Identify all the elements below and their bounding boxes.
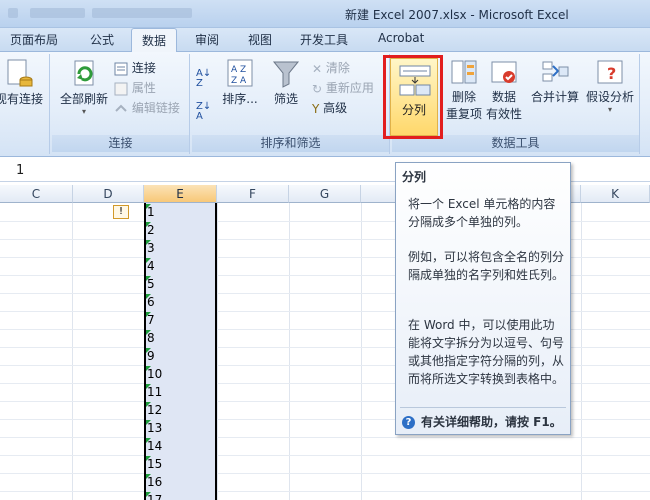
app-icon [8, 8, 18, 18]
number-stored-as-text-indicator [146, 474, 151, 479]
edit-links-button[interactable]: 编辑链接 [114, 99, 180, 117]
data-validation-icon [491, 61, 517, 83]
what-if-analysis-icon: ? [597, 60, 623, 84]
clear-filter-icon: ✕ [312, 61, 323, 76]
connections-icon [114, 62, 128, 75]
outline-group [642, 54, 650, 154]
clear-button[interactable]: ✕ 清除 [312, 59, 350, 77]
refresh-all-button[interactable]: 全部刷新 ▾ [56, 58, 112, 116]
tooltip-word-note: 在 Word 中，可以使用此功能将文字拆分为以逗号、句号或其他指定字符分隔的列，… [408, 318, 565, 386]
tooltip: 分列 将一个 Excel 单元格的内容分隔成多个单独的列。 例如，可以将包含全名… [395, 162, 571, 435]
number-stored-as-text-indicator [146, 222, 151, 227]
number-stored-as-text-indicator [146, 456, 151, 461]
svg-text:A Z: A Z [231, 65, 246, 75]
gridline [0, 491, 650, 492]
tooltip-example: 例如，可以将包含全名的列分隔成单独的名字列和姓氏列。 [408, 250, 565, 282]
tooltip-description: 将一个 Excel 单元格的内容分隔成多个单独的列。 [408, 197, 556, 229]
tooltip-title: 分列 [402, 170, 427, 184]
tab-developer[interactable]: 开发工具 [300, 31, 348, 48]
ribbon: 现有连接 全部刷新 ▾ 连接 属性 编辑链接 连接 A↓ Z Z↓ A A Z … [0, 52, 650, 157]
filter-button[interactable]: 筛选 [268, 58, 304, 107]
reapply-icon: ↻ [312, 81, 323, 96]
sort-filter-group: A↓ Z Z↓ A A Z Z A 排序... 筛选 ✕ 清除 ↻ 重新应用 Y… [192, 54, 390, 154]
number-stored-as-text-indicator [146, 492, 151, 497]
formula-bar-value: 1 [16, 163, 25, 178]
number-stored-as-text-indicator [146, 384, 151, 389]
number-stored-as-text-indicator [146, 420, 151, 425]
tab-view[interactable]: 视图 [248, 31, 272, 48]
number-stored-as-text-indicator [146, 312, 151, 317]
number-stored-as-text-indicator [146, 366, 151, 371]
column-header-d[interactable]: D [73, 185, 144, 203]
window-title: 新建 Excel 2007.xlsx - Microsoft Excel [345, 8, 569, 22]
tab-data[interactable]: 数据 [131, 28, 178, 53]
number-stored-as-text-indicator [146, 438, 151, 443]
number-stored-as-text-indicator [146, 240, 151, 245]
tooltip-divider [400, 407, 566, 408]
properties-icon [114, 82, 128, 95]
help-icon: ? [402, 416, 415, 429]
tab-acrobat[interactable]: Acrobat [378, 31, 424, 45]
column-header-g[interactable]: G [289, 185, 361, 203]
number-stored-as-text-indicator [146, 276, 151, 281]
background-window-title [92, 8, 192, 18]
sort-icon: A Z Z A [227, 59, 253, 87]
ribbon-tabs: 页面布局 公式 数据 审阅 视图 开发工具 Acrobat [0, 28, 650, 53]
gridline [0, 473, 650, 474]
number-stored-as-text-indicator [146, 294, 151, 299]
tab-page-layout[interactable]: 页面布局 [10, 31, 58, 48]
column-header-e[interactable]: E [144, 185, 217, 203]
number-stored-as-text-indicator [146, 204, 151, 209]
dropdown-arrow-icon: ▾ [81, 107, 86, 116]
svg-text:?: ? [607, 64, 616, 83]
data-validation-button[interactable]: 数据 有效性 [480, 58, 528, 122]
number-stored-as-text-indicator [146, 258, 151, 263]
sort-descending-button[interactable]: Z↓ A [196, 101, 212, 122]
column-header-k[interactable]: K [581, 185, 650, 203]
consolidate-button[interactable]: 合并计算 [528, 58, 582, 105]
refresh-icon [74, 60, 94, 86]
connections-button[interactable]: 连接 [114, 59, 156, 77]
filter-funnel-icon [272, 61, 300, 88]
tooltip-help: ? 有关详细帮助，请按 F1。 [402, 413, 562, 430]
properties-button[interactable]: 属性 [114, 79, 156, 97]
edit-links-icon [115, 104, 127, 112]
sort-filter-group-label: 排序和筛选 [192, 135, 389, 152]
connections-group-label: 连接 [52, 135, 189, 152]
reapply-button[interactable]: ↻ 重新应用 [312, 79, 374, 97]
error-warning-icon[interactable]: ! [113, 205, 129, 219]
tab-formulas[interactable]: 公式 [90, 31, 114, 48]
sort-az-icon: A↓ Z [196, 68, 212, 89]
existing-connections-button[interactable]: 现有连接 [0, 58, 48, 107]
advanced-filter-icon: Y [312, 101, 320, 116]
number-stored-as-text-indicator [146, 402, 151, 407]
advanced-button[interactable]: Y 高级 [312, 99, 347, 117]
quick-access-toolbar [30, 8, 85, 18]
gridline [0, 455, 650, 456]
consolidate-icon [542, 61, 569, 82]
gridline [0, 437, 650, 438]
number-stored-as-text-indicator [146, 348, 151, 353]
what-if-analysis-button[interactable]: ? 假设分析 ▾ [582, 58, 638, 114]
sort-za-icon: Z↓ A [196, 101, 212, 122]
existing-connections-icon [7, 59, 33, 87]
column-header-f[interactable]: F [217, 185, 289, 203]
column-header-c[interactable]: C [0, 185, 73, 203]
tab-review[interactable]: 审阅 [195, 31, 219, 48]
title-bar: 新建 Excel 2007.xlsx - Microsoft Excel [0, 0, 650, 28]
red-highlight-box [383, 55, 443, 139]
sort-button[interactable]: A Z Z A 排序... [218, 58, 262, 107]
get-external-data-group: 现有连接 [0, 54, 50, 154]
sort-ascending-button[interactable]: A↓ Z [196, 68, 212, 89]
number-stored-as-text-indicator [146, 330, 151, 335]
svg-text:Z A: Z A [231, 76, 247, 86]
connections-group: 全部刷新 ▾ 连接 属性 编辑链接 连接 [52, 54, 190, 154]
dropdown-arrow-icon: ▾ [607, 105, 612, 114]
remove-duplicates-icon [451, 60, 477, 84]
